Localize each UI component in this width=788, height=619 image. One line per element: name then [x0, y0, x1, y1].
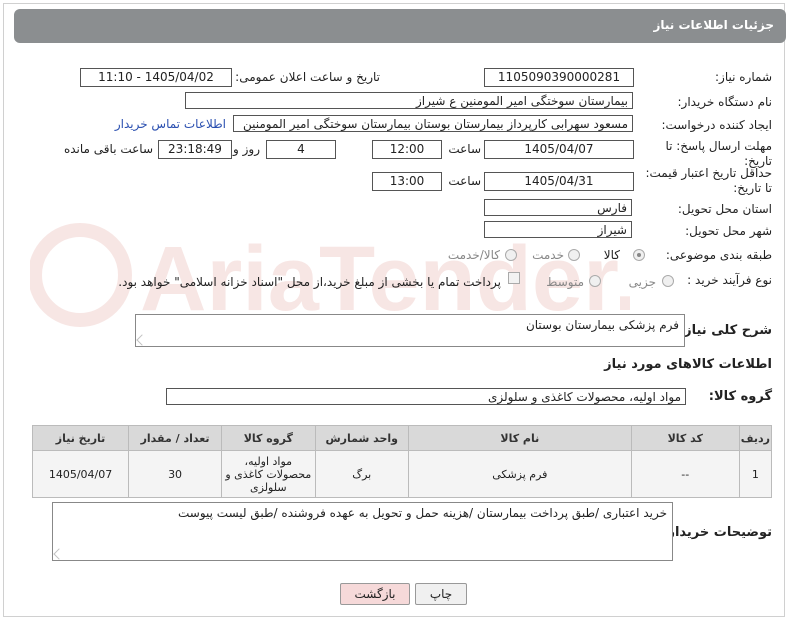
days-label: روز و [233, 142, 260, 156]
process-radio-medium[interactable] [589, 275, 601, 287]
process-option-minor: جزیی [628, 275, 656, 289]
category-radio-goods[interactable] [633, 249, 645, 261]
buyer-notes-text: خرید اعتباری /طبق پرداخت بیمارستان /هزین… [177, 506, 667, 520]
cell-date: 1405/04/07 [31, 450, 130, 498]
requester-label: ایجاد کننده درخواست: [661, 118, 772, 132]
cell-unit: برگ [314, 450, 409, 498]
buyer-notes-label: توضیحات خریدار: [662, 525, 772, 540]
description-textarea[interactable]: فرم پزشکی بیمارستان بوستان [135, 314, 685, 347]
city-field: شیراز [484, 221, 632, 238]
province-field: فارس [484, 199, 632, 216]
resize-grip-icon[interactable] [53, 548, 65, 560]
treasury-payment-note: پرداخت تمام یا بخشی از مبلغ خرید،از محل … [118, 275, 501, 289]
days-field: 4 [266, 140, 336, 159]
print-button[interactable]: چاپ [415, 583, 467, 605]
col-header-index: ردیف [738, 425, 773, 451]
goods-group-field: مواد اولیه، محصولات کاغذی و سلولزی [166, 388, 686, 405]
reply-time-field: 12:00 [372, 140, 442, 159]
reply-date-field: 1405/04/07 [484, 140, 634, 159]
category-radio-both[interactable] [505, 249, 517, 261]
price-time-field: 13:00 [372, 172, 442, 191]
cell-index: 1 [738, 450, 773, 498]
cell-name: فرم پزشکی [407, 450, 632, 498]
back-button[interactable]: بازگشت [340, 583, 410, 605]
treasury-payment-checkbox[interactable] [508, 272, 520, 284]
category-option-both: کالا/خدمت [447, 248, 500, 262]
buyer-org-field: بیمارستان سوختگی امیر المومنین ع شیراز [185, 92, 633, 109]
city-label: شهر محل تحویل: [685, 224, 772, 238]
category-option-service: خدمت [532, 248, 564, 262]
requester-field: مسعود سهرابی کارپرداز بیمارستان بوستان ب… [233, 115, 633, 132]
page-title: جزئیات اطلاعات نیاز [653, 18, 774, 32]
price-date-field: 1405/04/31 [484, 172, 634, 191]
col-header-group: گروه کالا [221, 425, 316, 451]
table-row: 1 -- فرم پزشکی برگ مواد اولیه، محصولات ک… [31, 450, 773, 498]
col-header-unit: واحد شمارش [314, 425, 409, 451]
col-header-name: نام کالا [407, 425, 632, 451]
page-header: جزئیات اطلاعات نیاز [14, 9, 786, 43]
resize-grip-icon[interactable] [136, 334, 148, 346]
need-number-label: شماره نیاز: [715, 70, 772, 84]
buyer-org-label: نام دستگاه خریدار: [677, 95, 773, 109]
remaining-label: ساعت باقی مانده [63, 142, 153, 156]
category-label: طبقه بندی موضوعی: [665, 248, 772, 262]
remaining-time-field: 23:18:49 [158, 140, 232, 159]
cell-code: -- [630, 450, 740, 498]
announce-field: 1405/04/02 - 11:10 [80, 68, 232, 87]
need-number-field: 1105090390000281 [484, 68, 634, 87]
cell-qty: 30 [128, 450, 223, 498]
goods-group-label: گروه کالا: [708, 389, 772, 404]
category-option-goods: کالا [603, 248, 620, 262]
goods-table: ردیف کد کالا نام کالا واحد شمارش گروه کا… [31, 425, 773, 498]
province-label: استان محل تحویل: [677, 202, 772, 216]
buyer-contact-link[interactable]: اطلاعات تماس خریدار [115, 117, 226, 131]
reply-deadline-label: مهلت ارسال پاسخ: تا تاریخ: [665, 139, 772, 168]
description-label: شرح کلی نیاز: [678, 323, 772, 338]
category-radio-service[interactable] [568, 249, 580, 261]
description-text: فرم پزشکی بیمارستان بوستان [525, 318, 679, 332]
col-header-code: کد کالا [630, 425, 740, 451]
col-header-qty: تعداد / مقدار [128, 425, 223, 451]
goods-info-title: اطلاعات کالاهای مورد نیاز [604, 357, 772, 372]
reply-time-label: ساعت [448, 142, 481, 156]
col-header-date: تاریخ نیاز [31, 425, 130, 451]
buyer-notes-textarea[interactable]: خرید اعتباری /طبق پرداخت بیمارستان /هزین… [52, 502, 673, 561]
price-time-label: ساعت [448, 174, 481, 188]
table-header-row: ردیف کد کالا نام کالا واحد شمارش گروه کا… [31, 425, 773, 451]
process-option-medium: متوسط [546, 275, 584, 289]
process-label: نوع فرآیند خرید : [687, 273, 772, 287]
announce-label: تاریخ و ساعت اعلان عمومی: [235, 70, 380, 84]
process-radio-minor[interactable] [662, 275, 674, 287]
cell-group: مواد اولیه، محصولات کاغذی و سلولزی [221, 450, 316, 498]
price-validity-label: حداقل تاریخ اعتبار قیمت: تا تاریخ: [645, 166, 772, 195]
